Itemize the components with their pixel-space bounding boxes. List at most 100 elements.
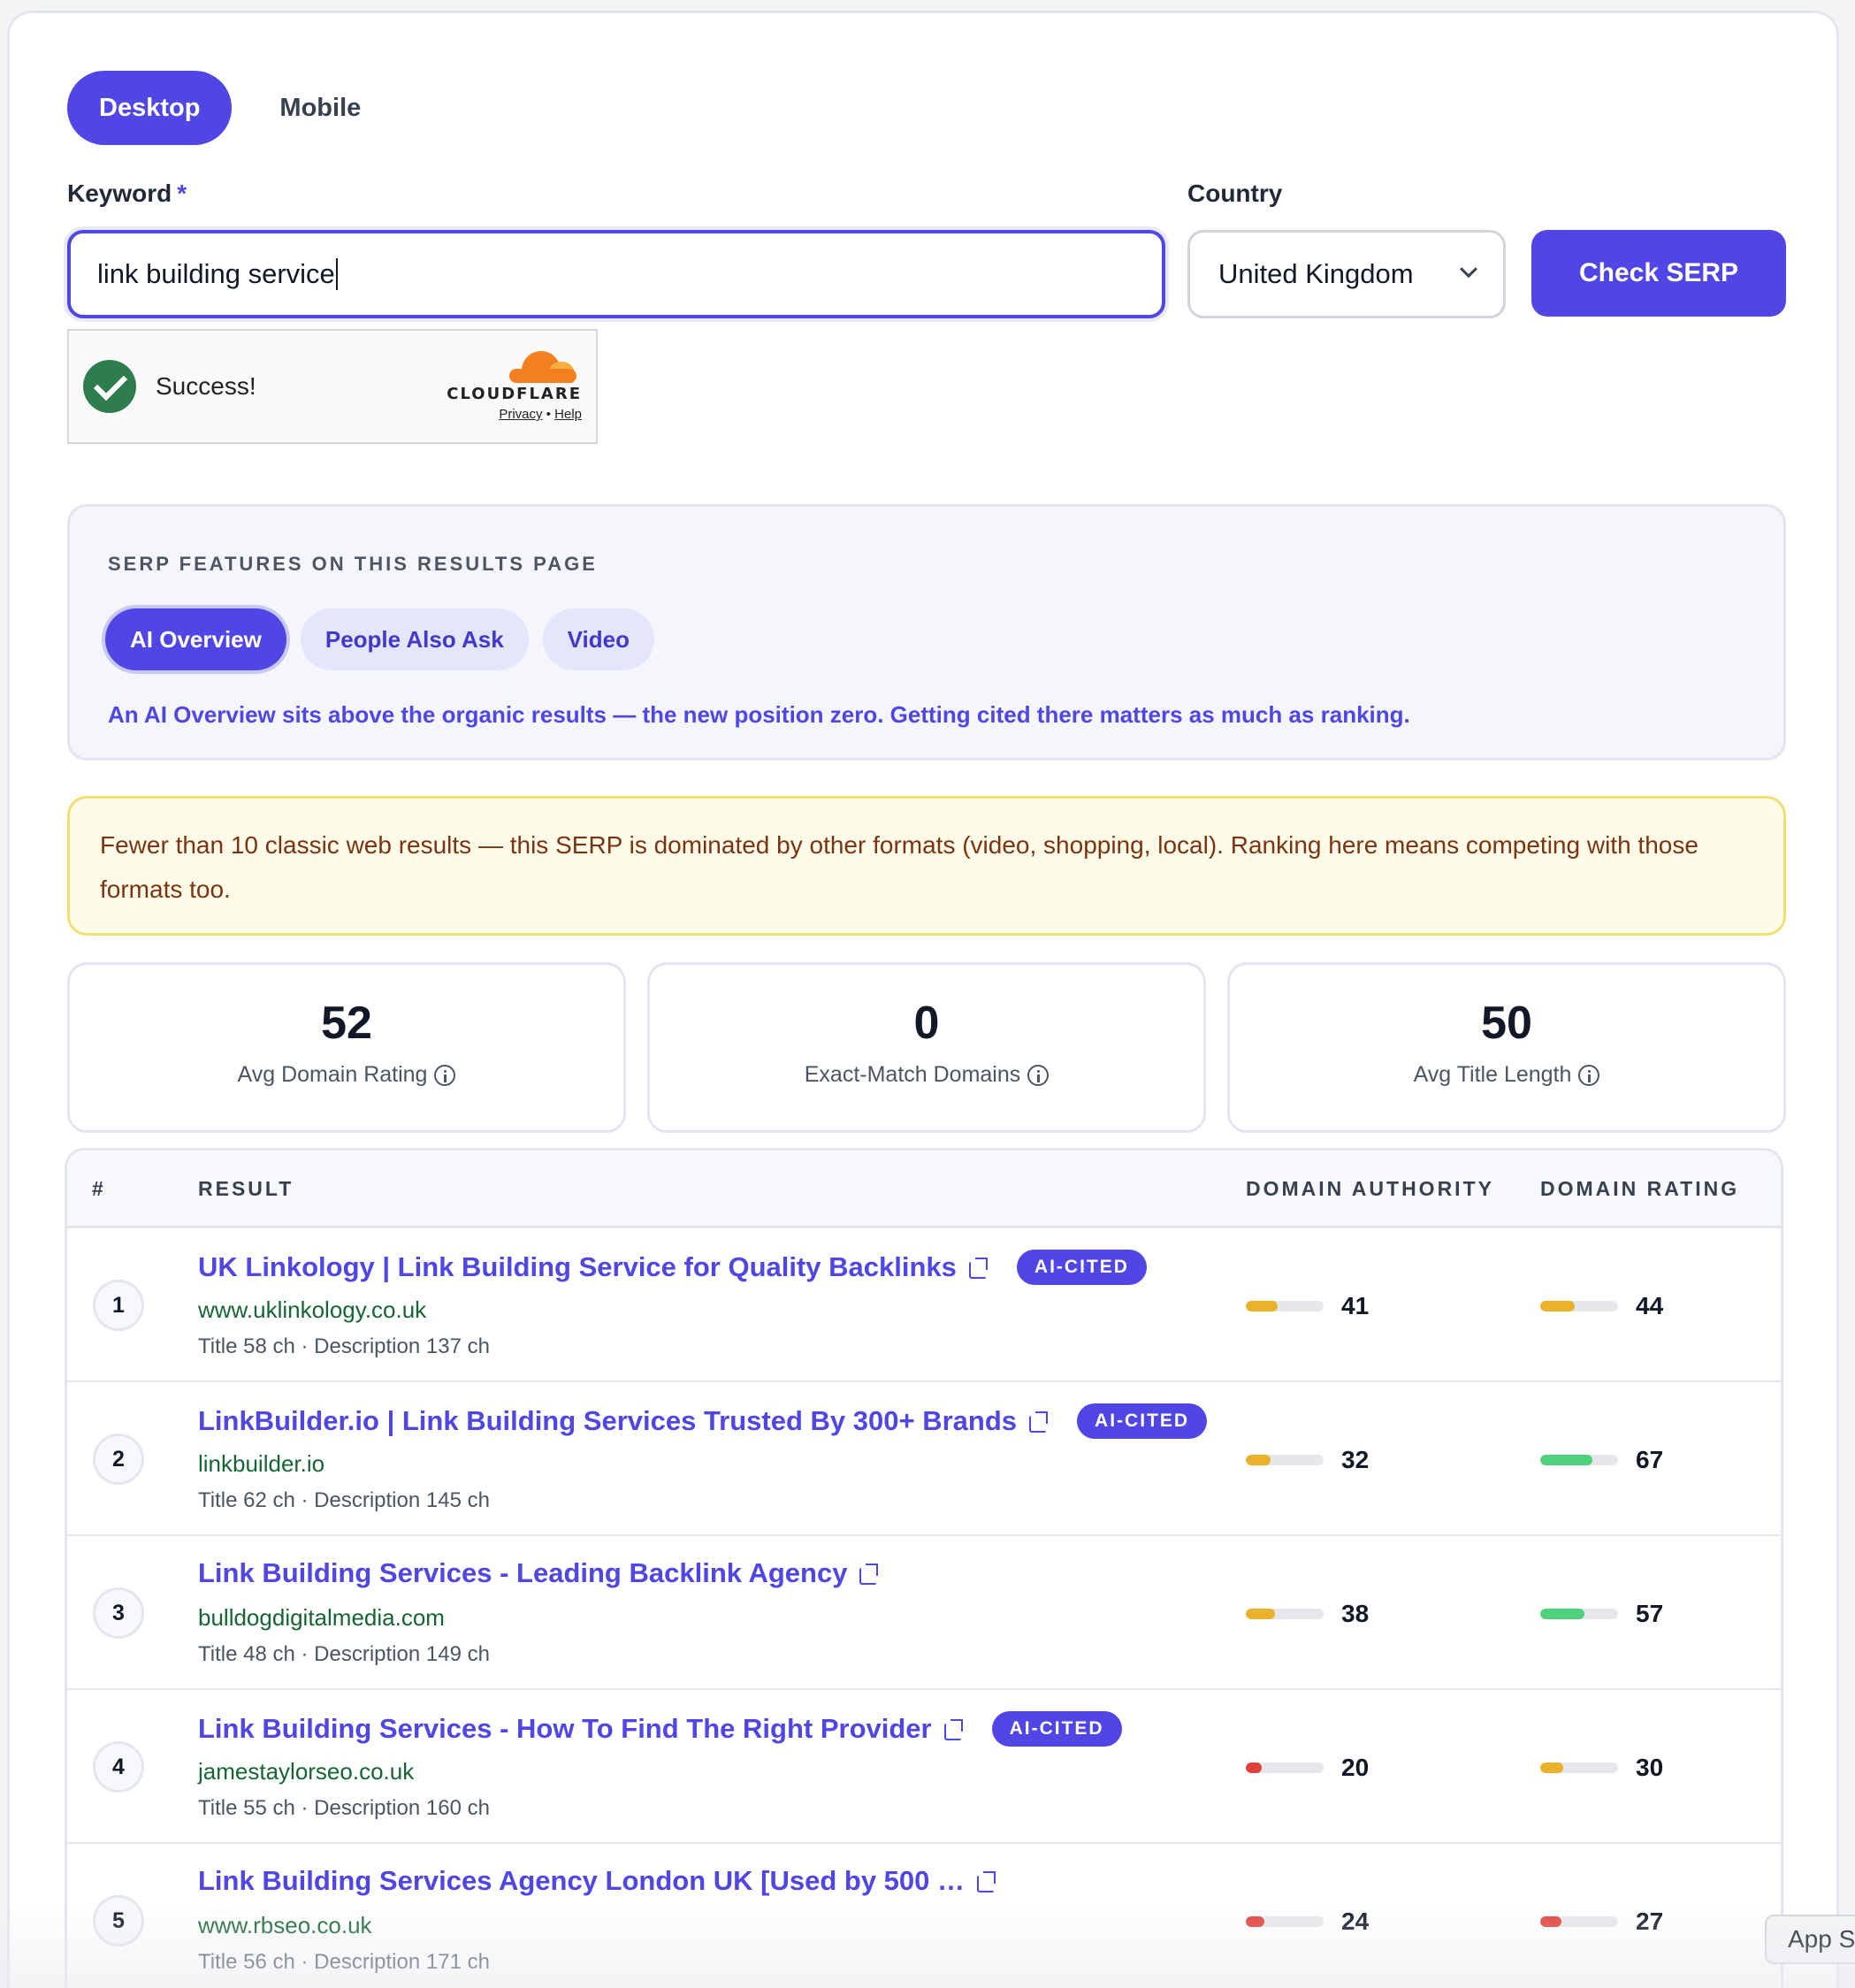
check-serp-button[interactable]: Check SERP — [1531, 230, 1786, 317]
privacy-link[interactable]: Privacy — [499, 407, 542, 422]
domain-authority-cell: 38 — [1246, 1600, 1369, 1628]
result-title-line: LinkBuilder.io | Link Building Services … — [198, 1403, 1208, 1439]
tab-mobile[interactable]: Mobile — [248, 71, 393, 145]
result-url: www.rbseo.co.uk — [198, 1912, 372, 1938]
serp-features-title: SERP FEATURES ON THIS RESULTS PAGE — [108, 553, 598, 575]
info-icon[interactable] — [1027, 1064, 1050, 1086]
result-title-line: Link Building Services Agency London UK … — [198, 1865, 996, 1897]
rank-badge: 4 — [93, 1741, 144, 1793]
result-title-link[interactable]: LinkBuilder.io | Link Building Services … — [198, 1405, 1017, 1437]
result-url: linkbuilder.io — [198, 1450, 325, 1477]
result-meta: Title 58 ch · Description 137 ch — [198, 1334, 490, 1358]
col-domain-rating: DOMAIN RATING — [1540, 1177, 1740, 1200]
domain-rating-bar — [1540, 1916, 1618, 1927]
warning-banner: Fewer than 10 classic web results — this… — [67, 796, 1786, 936]
external-link-icon[interactable] — [1029, 1411, 1049, 1433]
domain-authority-cell: 32 — [1246, 1446, 1369, 1474]
ai-cited-badge: AI-CITED — [1016, 1250, 1147, 1285]
chip-people-also-ask[interactable]: People Also Ask — [300, 608, 529, 670]
domain-authority-bar — [1246, 1301, 1324, 1311]
rank-badge: 3 — [93, 1587, 144, 1639]
stat-label: Exact-Match Domains — [804, 1062, 1021, 1087]
country-select[interactable]: United Kingdom — [1187, 230, 1506, 318]
result-meta: Title 62 ch · Description 145 ch — [198, 1488, 490, 1512]
stat-value: 50 — [1481, 998, 1532, 1049]
table-row: 3 Link Building Services - Leading Backl… — [67, 1536, 1781, 1690]
result-meta: Title 56 ch · Description 171 ch — [198, 1950, 490, 1974]
table-row: 4 Link Building Services - How To Find T… — [67, 1690, 1781, 1844]
table-body: 1 UK Linkology | Link Building Service f… — [67, 1228, 1781, 1988]
domain-authority-bar — [1246, 1609, 1324, 1619]
device-tabs: Desktop Mobile — [67, 71, 393, 145]
link-separator: • — [546, 407, 551, 422]
domain-rating-bar — [1540, 1455, 1618, 1465]
domain-rating-bar — [1540, 1609, 1618, 1619]
keyword-label: Keyword * — [67, 180, 187, 208]
results-table: # RESULT DOMAIN AUTHORITY DOMAIN RATING … — [65, 1148, 1783, 1988]
country-value: United Kingdom — [1218, 258, 1414, 289]
domain-authority-fill — [1246, 1916, 1265, 1927]
domain-authority-fill — [1246, 1762, 1262, 1773]
col-rank: # — [92, 1177, 106, 1200]
domain-authority-fill — [1246, 1609, 1276, 1619]
app-switcher-chip[interactable]: App S — [1765, 1915, 1855, 1964]
domain-authority-value: 32 — [1341, 1446, 1370, 1473]
cloudflare-logo-icon — [509, 351, 576, 385]
ai-cited-badge: AI-CITED — [991, 1711, 1122, 1747]
table-row: 5 Link Building Services Agency London U… — [67, 1844, 1781, 1988]
domain-rating-fill — [1540, 1762, 1564, 1773]
tab-desktop[interactable]: Desktop — [67, 71, 233, 145]
stat-exact-match-domains: 0 Exact-Match Domains — [647, 962, 1206, 1133]
feature-chips: AI Overview People Also Ask Video — [105, 608, 654, 670]
country-label: Country — [1187, 180, 1283, 207]
result-title-link[interactable]: UK Linkology | Link Building Service for… — [198, 1251, 957, 1283]
cloudflare-captcha[interactable]: Success! CLOUDFLARE Privacy • Help — [67, 329, 598, 444]
success-check-icon — [83, 360, 136, 413]
result-url: bulldogdigitalmedia.com — [198, 1604, 445, 1631]
keyword-input[interactable]: link building service — [67, 230, 1165, 318]
domain-rating-fill — [1540, 1455, 1592, 1465]
result-title-link[interactable]: Link Building Services - Leading Backlin… — [198, 1557, 847, 1589]
result-title-link[interactable]: Link Building Services - How To Find The… — [198, 1713, 932, 1745]
stat-avg-title-length: 50 Avg Title Length — [1227, 962, 1786, 1133]
domain-authority-fill — [1246, 1455, 1271, 1465]
result-title-line: UK Linkology | Link Building Service for… — [198, 1250, 1147, 1285]
result-url: www.uklinkology.co.uk — [198, 1296, 427, 1323]
domain-rating-cell: 30 — [1540, 1754, 1663, 1782]
result-title-link[interactable]: Link Building Services Agency London UK … — [198, 1865, 965, 1897]
help-link[interactable]: Help — [554, 407, 582, 422]
external-link-icon[interactable] — [859, 1564, 879, 1585]
info-icon[interactable] — [434, 1064, 456, 1086]
chip-ai-overview[interactable]: AI Overview — [105, 608, 286, 670]
result-meta: Title 48 ch · Description 149 ch — [198, 1642, 490, 1666]
domain-rating-cell: 44 — [1540, 1292, 1663, 1320]
keyword-label-text: Keyword — [67, 180, 172, 207]
ai-cited-badge: AI-CITED — [1077, 1403, 1208, 1439]
domain-authority-bar — [1246, 1455, 1324, 1465]
external-link-icon[interactable] — [968, 1258, 989, 1279]
captcha-status: Success! — [156, 372, 256, 400]
chevron-down-icon — [1460, 260, 1477, 279]
domain-rating-value: 44 — [1636, 1292, 1664, 1319]
stat-avg-domain-rating: 52 Avg Domain Rating — [67, 962, 626, 1133]
feature-note: An AI Overview sits above the organic re… — [108, 701, 1410, 728]
external-link-icon[interactable] — [977, 1871, 996, 1892]
domain-rating-bar — [1540, 1301, 1618, 1311]
captcha-links: Privacy • Help — [447, 407, 582, 422]
table-row: 1 UK Linkology | Link Building Service f… — [67, 1228, 1781, 1382]
table-header: # RESULT DOMAIN AUTHORITY DOMAIN RATING — [67, 1151, 1781, 1228]
domain-rating-fill — [1540, 1609, 1585, 1619]
stat-value: 52 — [321, 998, 372, 1049]
stat-label: Avg Domain Rating — [237, 1062, 428, 1087]
external-link-icon[interactable] — [943, 1719, 964, 1740]
domain-authority-fill — [1246, 1301, 1279, 1311]
chip-video[interactable]: Video — [542, 608, 654, 670]
info-icon[interactable] — [1578, 1064, 1600, 1086]
domain-rating-value: 27 — [1636, 1908, 1664, 1935]
domain-rating-value: 67 — [1636, 1446, 1664, 1473]
domain-rating-cell: 67 — [1540, 1446, 1663, 1474]
text-caret — [335, 258, 338, 290]
col-domain-authority: DOMAIN AUTHORITY — [1246, 1177, 1494, 1200]
result-title-line: Link Building Services - Leading Backlin… — [198, 1557, 879, 1589]
result-meta: Title 55 ch · Description 160 ch — [198, 1796, 490, 1820]
